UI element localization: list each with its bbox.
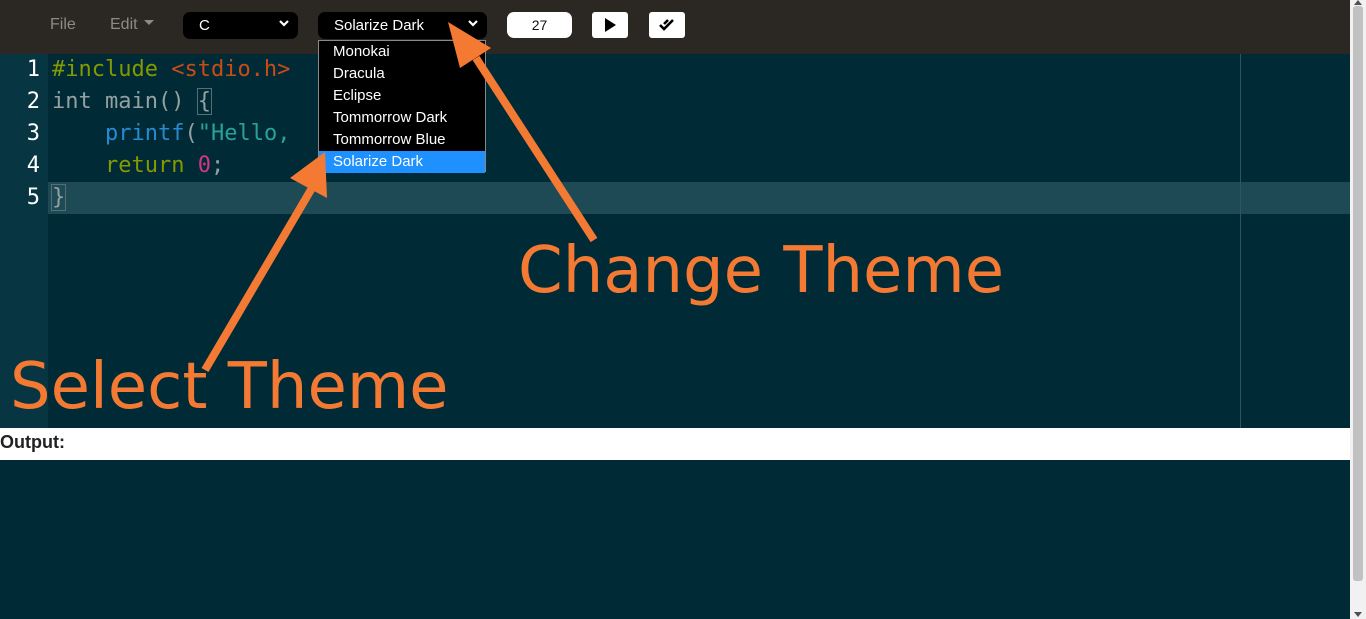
file-menu[interactable]: File (50, 16, 76, 34)
font-size-input[interactable]: 27 (507, 12, 572, 38)
theme-option-tomorrow-blue[interactable]: Tommorrow Blue (319, 129, 485, 151)
theme-option-monokai[interactable]: Monokai (319, 41, 485, 63)
code-token: ; (210, 153, 225, 178)
scroll-up-arrow-icon[interactable] (1354, 0, 1362, 5)
line-number: 2 (26, 89, 40, 114)
code-token: "Hello, (197, 121, 291, 146)
theme-dropdown: Monokai Dracula Eclipse Tommorrow Dark T… (318, 40, 486, 173)
check-all-icon (659, 19, 674, 31)
code-token: <stdio.h> (157, 57, 291, 82)
code-token: #include (52, 57, 158, 82)
line-number: 5 (26, 185, 40, 210)
line-number: 4 (26, 153, 40, 178)
output-label: Output: (0, 428, 1350, 460)
edit-menu-label: Edit (110, 16, 138, 33)
check-button[interactable] (649, 12, 685, 38)
toolbar: File Edit C Solarize Dark 27 (0, 0, 1350, 54)
code-line: int main() { (52, 86, 212, 118)
code-line: printf("Hello, (52, 118, 290, 150)
caret-down-icon (143, 20, 154, 26)
chevron-down-icon (279, 20, 289, 27)
change-theme-annotation: Change Theme (518, 234, 1005, 308)
code-line: return 0; (52, 150, 224, 182)
scroll-thumb[interactable] (1353, 6, 1363, 581)
theme-option-eclipse[interactable]: Eclipse (319, 85, 485, 107)
code-token: ( (184, 121, 198, 146)
select-theme-annotation: Select Theme (10, 350, 449, 424)
theme-select[interactable]: Solarize Dark (318, 12, 487, 39)
code-token: printf (104, 121, 185, 146)
language-select-value: C (199, 17, 210, 34)
theme-option-tomorrow-dark[interactable]: Tommorrow Dark (319, 107, 485, 129)
theme-option-dracula[interactable]: Dracula (319, 63, 485, 85)
active-line-highlight (48, 182, 1350, 214)
language-select[interactable]: C (183, 12, 298, 39)
scroll-down-arrow-icon[interactable] (1354, 612, 1362, 617)
output-panel (0, 460, 1350, 619)
print-margin (1240, 54, 1241, 428)
run-button[interactable] (592, 12, 628, 38)
line-number: 3 (26, 121, 40, 146)
code-line: #include <stdio.h> (52, 54, 290, 86)
code-token: return (104, 153, 185, 178)
code-token: main() (91, 89, 198, 114)
page-scrollbar[interactable] (1350, 0, 1366, 619)
code-token: { (196, 88, 212, 115)
edit-menu[interactable]: Edit (110, 16, 154, 34)
theme-option-solarize-dark[interactable]: Solarize Dark (319, 151, 485, 173)
code-token: 0 (197, 153, 211, 178)
play-icon (605, 18, 616, 32)
code-token: int (52, 89, 92, 114)
code-token: } (50, 184, 67, 211)
theme-select-value: Solarize Dark (334, 17, 425, 34)
line-number: 1 (26, 57, 40, 82)
code-line: } (50, 182, 67, 214)
chevron-down-icon (468, 20, 478, 27)
